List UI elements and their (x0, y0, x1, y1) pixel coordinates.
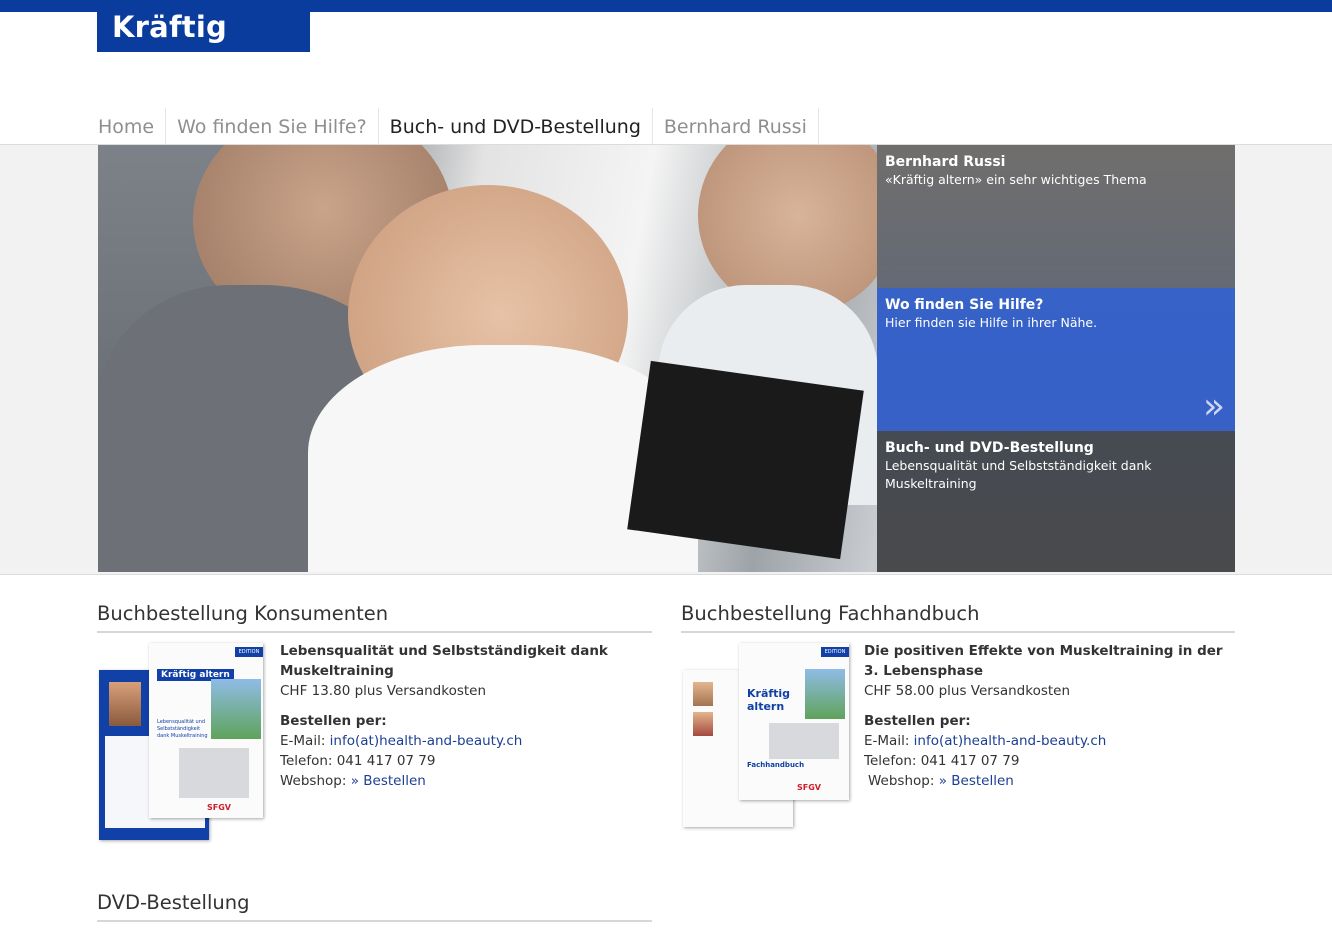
hero-panel-title: Buch- und DVD-Bestellung (885, 440, 1094, 456)
email-link[interactable]: info(at)health-and-beauty.ch (914, 733, 1107, 749)
cover-edition-tag: EDITION (821, 647, 849, 657)
product-info-konsumenten: Lebensqualität und Selbstständigkeit dan… (280, 641, 652, 791)
cover-subtitle: Lebensqualität und Selbstständigkeit dan… (157, 719, 208, 739)
cover-edition-tag: EDITION (235, 647, 263, 657)
section-heading-konsumenten: Buchbestellung Konsumenten (97, 602, 389, 625)
order-label: Bestellen per: (280, 713, 387, 729)
webshop-order-link[interactable]: » Bestellen (939, 773, 1014, 789)
double-chevron-right-icon[interactable]: » (1203, 389, 1225, 425)
phone-line: Telefon: 041 417 07 79 (864, 753, 1020, 769)
product-price: CHF 13.80 plus Versandkosten (280, 683, 487, 699)
section-divider (97, 631, 652, 633)
webshop-label: Webshop: (280, 773, 347, 789)
hero-panel-subtitle: Hier finden sie Hilfe in ihrer Nähe. (885, 315, 1098, 330)
hero-photo (98, 145, 898, 572)
book-cover-konsumenten[interactable]: EDITION Kräftig altern Lebensqualität un… (149, 643, 263, 818)
hero-panel-subtitle: Lebensqualität und Selbstständigkeit dan… (885, 458, 1152, 491)
book-cover-fachhandbuch[interactable]: EDITION Kräftig altern Fachhandbuch SFGV (739, 643, 849, 800)
nav-item-home[interactable]: Home (97, 108, 167, 144)
product-price: CHF 58.00 plus Versandkosten (864, 683, 1071, 699)
hero-panel-hilfe[interactable]: Wo finden Sie Hilfe? Hier finden sie Hil… (877, 288, 1235, 431)
nav-item-bestellung[interactable]: Buch- und DVD-Bestellung (379, 108, 653, 144)
hero-panel-title: Wo finden Sie Hilfe? (885, 297, 1044, 313)
section-heading-dvd: DVD-Bestellung (97, 891, 250, 914)
hero-slider: Bernhard Russi «Kräftig altern» ein sehr… (98, 145, 1235, 572)
section-divider (97, 920, 652, 922)
nav-item-bernhard-russi[interactable]: Bernhard Russi (653, 108, 819, 144)
order-label: Bestellen per: (864, 713, 971, 729)
email-link[interactable]: info(at)health-and-beauty.ch (330, 733, 523, 749)
hero-panel-bernhard-russi[interactable]: Bernhard Russi «Kräftig altern» ein sehr… (877, 145, 1235, 288)
webshop-line: Webshop: » Bestellen (864, 771, 1234, 791)
main-navigation: Home Wo finden Sie Hilfe? Buch- und DVD-… (97, 108, 819, 144)
hero-panel-title: Bernhard Russi (885, 154, 1006, 170)
section-divider (681, 631, 1235, 633)
hero-panel-subtitle: «Kräftig altern» ein sehr wichtiges Them… (885, 172, 1147, 187)
nav-item-hilfe[interactable]: Wo finden Sie Hilfe? (166, 108, 379, 144)
webshop-line: Webshop: » Bestellen (280, 771, 652, 791)
email-line: E-Mail: info(at)health-and-beauty.ch (280, 731, 652, 751)
section-heading-fachhandbuch: Buchbestellung Fachhandbuch (681, 602, 980, 625)
product-title: Die positiven Effekte von Muskeltraining… (864, 643, 1223, 679)
email-label: E-Mail: (280, 733, 326, 749)
product-title: Lebensqualität und Selbstständigkeit dan… (280, 643, 608, 679)
product-info-fachhandbuch: Die positiven Effekte von Muskeltraining… (864, 641, 1234, 791)
webshop-order-link[interactable]: » Bestellen (351, 773, 426, 789)
email-line: E-Mail: info(at)health-and-beauty.ch (864, 731, 1234, 751)
webshop-label: Webshop: (868, 773, 935, 789)
cover-brand: SFGV (797, 783, 821, 792)
cover-brand: SFGV (207, 803, 231, 812)
cover-title: Kräftig altern (747, 687, 791, 713)
cover-subtitle: Fachhandbuch (747, 761, 805, 769)
hero-panel-bestellung[interactable]: Buch- und DVD-Bestellung Lebensqualität … (877, 431, 1235, 572)
site-logo[interactable]: Kräftig altern (97, 0, 310, 98)
phone-line: Telefon: 041 417 07 79 (280, 753, 436, 769)
email-label: E-Mail: (864, 733, 910, 749)
